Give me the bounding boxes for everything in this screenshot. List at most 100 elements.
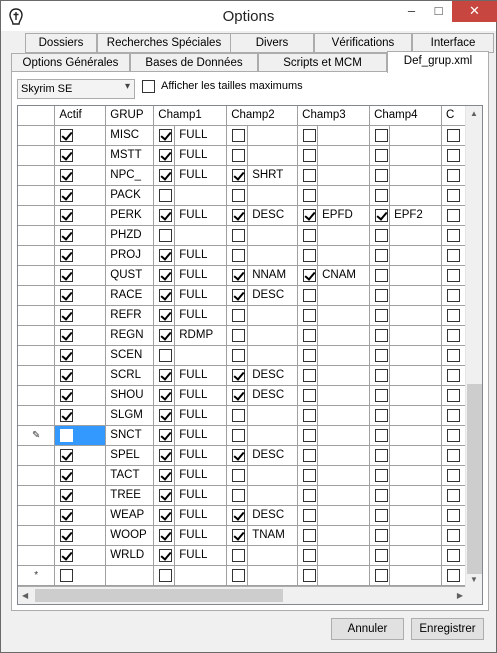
champ1-value[interactable] [174,185,228,206]
champ4-checkbox[interactable] [375,568,389,582]
champ1-checkbox[interactable] [159,288,173,302]
champ1-checkbox[interactable] [159,248,173,262]
actif-checkbox[interactable] [60,428,74,442]
table-row[interactable]: PHZD [18,225,482,246]
col-header-grup[interactable]: GRUP [105,106,155,126]
champ1-value[interactable]: FULL [174,245,228,266]
champ1-checkbox[interactable] [159,148,173,162]
row-header[interactable] [18,185,56,206]
champ5-checkbox[interactable] [446,348,460,362]
champ4-value[interactable] [389,385,442,406]
champ4-value[interactable] [389,265,442,286]
vertical-scroll-thumb[interactable] [467,384,482,574]
champ1-value[interactable]: FULL [174,165,228,186]
actif-checkbox[interactable] [60,328,74,342]
tab-upper-2[interactable]: Divers [230,33,314,53]
tab-upper-1[interactable]: Recherches Spéciales [97,33,231,53]
champ5-checkbox[interactable] [446,388,460,402]
champ3-checkbox[interactable] [303,408,317,422]
champ3-checkbox[interactable] [303,388,317,402]
table-row[interactable]: RACE FULL DESC [18,285,482,306]
champ4-checkbox[interactable] [375,368,389,382]
champ3-checkbox[interactable] [303,148,317,162]
champ2-value[interactable] [247,325,299,346]
champ3-checkbox[interactable] [303,468,317,482]
champ5-checkbox[interactable] [446,208,460,222]
champ3-checkbox[interactable] [303,448,317,462]
champ5-checkbox[interactable] [446,568,460,582]
champ1-value[interactable] [174,225,228,246]
champ3-checkbox[interactable] [303,288,317,302]
champ2-checkbox[interactable] [232,188,246,202]
champ2-value[interactable] [247,425,299,446]
grup-cell[interactable]: WEAP [105,505,155,526]
champ3-checkbox[interactable] [303,348,317,362]
champ4-checkbox[interactable] [375,508,389,522]
champ5-checkbox[interactable] [446,408,460,422]
show-max-sizes-checkbox[interactable] [142,80,155,93]
grup-cell[interactable]: MSTT [105,145,155,166]
champ3-checkbox[interactable] [303,308,317,322]
champ4-value[interactable] [389,565,442,586]
actif-checkbox[interactable] [60,488,74,502]
actif-checkbox[interactable] [60,368,74,382]
actif-checkbox[interactable] [60,568,74,582]
grup-cell[interactable]: SNCT [105,425,155,446]
champ3-value[interactable] [317,185,371,206]
champ5-checkbox[interactable] [446,468,460,482]
champ1-value[interactable]: FULL [174,505,228,526]
champ3-value[interactable]: EPFD [317,205,371,226]
grup-cell[interactable]: REFR [105,305,155,326]
table-row[interactable]: TACT FULL [18,465,482,486]
col-header-champ4[interactable]: Champ4 [369,106,442,126]
champ2-checkbox[interactable] [232,388,246,402]
champ4-value[interactable] [389,545,442,566]
champ4-checkbox[interactable] [375,428,389,442]
minimize-button[interactable]: – [398,1,425,22]
grup-cell[interactable]: TREE [105,485,155,506]
grup-cell[interactable]: SCEN [105,345,155,366]
champ3-checkbox[interactable] [303,548,317,562]
actif-checkbox[interactable] [60,128,74,142]
champ2-checkbox[interactable] [232,468,246,482]
champ2-value[interactable] [247,485,299,506]
champ2-checkbox[interactable] [232,128,246,142]
actif-checkbox[interactable] [60,408,74,422]
champ3-value[interactable] [317,165,371,186]
champ4-value[interactable] [389,185,442,206]
table-row[interactable]: SCRL FULL DESC [18,365,482,386]
champ2-value[interactable]: DESC [247,205,299,226]
champ4-checkbox[interactable] [375,148,389,162]
champ5-checkbox[interactable] [446,508,460,522]
champ3-value[interactable] [317,225,371,246]
champ3-checkbox[interactable] [303,168,317,182]
champ1-checkbox[interactable] [159,488,173,502]
champ1-checkbox[interactable] [159,388,173,402]
champ4-value[interactable] [389,525,442,546]
champ3-checkbox[interactable] [303,508,317,522]
horizontal-scroll-thumb[interactable] [35,589,283,602]
champ2-value[interactable] [247,345,299,366]
scroll-up-icon[interactable]: ▲ [470,109,478,118]
champ2-value[interactable] [247,245,299,266]
champ2-value[interactable] [247,125,299,146]
champ4-checkbox[interactable] [375,408,389,422]
table-row[interactable]: NPC_ FULL SHRT [18,165,482,186]
table-row[interactable]: QUST FULL NNAM CNAM [18,265,482,286]
champ3-checkbox[interactable] [303,268,317,282]
champ4-value[interactable] [389,365,442,386]
champ4-value[interactable] [389,125,442,146]
table-row[interactable]: REFR FULL [18,305,482,326]
row-header[interactable] [18,285,56,306]
actif-checkbox[interactable] [60,508,74,522]
grup-cell[interactable] [105,565,155,586]
champ3-value[interactable] [317,545,371,566]
champ2-value[interactable]: DESC [247,285,299,306]
champ3-value[interactable] [317,365,371,386]
champ2-checkbox[interactable] [232,408,246,422]
champ3-checkbox[interactable] [303,188,317,202]
champ2-value[interactable]: NNAM [247,265,299,286]
champ3-value[interactable] [317,385,371,406]
champ1-value[interactable]: FULL [174,405,228,426]
champ4-value[interactable] [389,425,442,446]
